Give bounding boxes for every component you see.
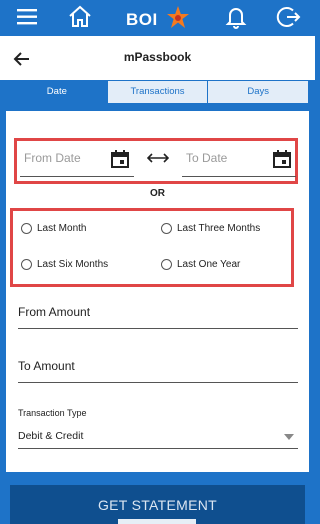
radio-last-one-year[interactable]: Last One Year bbox=[161, 256, 240, 272]
radio-label: Last Month bbox=[37, 222, 87, 234]
radio-circle[interactable] bbox=[21, 222, 32, 234]
to-date-field[interactable]: To Date bbox=[182, 147, 296, 177]
statement-form: From Date To Date OR Last Month Last Thr… bbox=[6, 111, 309, 472]
logo-text: BOI bbox=[126, 10, 158, 29]
radio-last-six-months[interactable]: Last Six Months bbox=[21, 256, 108, 272]
boi-logo: BOI bbox=[126, 6, 190, 32]
swap-arrows-icon bbox=[147, 153, 169, 163]
star-logo-icon bbox=[167, 6, 189, 28]
from-date-field[interactable]: From Date bbox=[20, 147, 134, 177]
bell-icon[interactable] bbox=[222, 3, 250, 31]
scroll-indicator bbox=[118, 519, 196, 524]
to-amount-field[interactable]: To Amount bbox=[18, 353, 298, 383]
transaction-type-value: Debit & Credit bbox=[18, 430, 84, 442]
radio-label: Last Six Months bbox=[37, 258, 109, 270]
title-bar: mPassbook bbox=[0, 36, 315, 80]
radio-circle[interactable] bbox=[21, 258, 32, 270]
tab-date[interactable]: Date bbox=[7, 81, 108, 103]
radio-circle[interactable] bbox=[161, 258, 172, 270]
radio-circle[interactable] bbox=[161, 222, 172, 234]
logout-icon[interactable] bbox=[275, 3, 303, 31]
radio-last-month[interactable]: Last Month bbox=[21, 220, 86, 236]
from-amount-field[interactable]: From Amount bbox=[18, 299, 298, 329]
calendar-icon[interactable] bbox=[272, 149, 292, 169]
from-date-placeholder: From Date bbox=[24, 151, 81, 165]
to-amount-label: To Amount bbox=[18, 359, 75, 373]
app-header: BOI bbox=[0, 0, 315, 36]
radio-label: Last Three Months bbox=[177, 222, 261, 234]
page-title: mPassbook bbox=[123, 50, 192, 64]
dropdown-caret-icon[interactable] bbox=[284, 434, 294, 440]
transaction-type-label: Transaction Type bbox=[18, 408, 87, 418]
tab-transactions[interactable]: Transactions bbox=[107, 81, 209, 103]
menu-icon[interactable] bbox=[14, 3, 42, 31]
calendar-icon[interactable] bbox=[110, 149, 130, 169]
filter-tabs: Date Transactions Days bbox=[6, 80, 309, 104]
transaction-type-select[interactable]: Debit & Credit bbox=[18, 425, 298, 449]
to-date-placeholder: To Date bbox=[186, 151, 228, 165]
radio-label: Last One Year bbox=[177, 258, 241, 270]
or-divider-label: OR bbox=[150, 188, 165, 199]
tab-days[interactable]: Days bbox=[208, 81, 309, 103]
from-amount-label: From Amount bbox=[18, 305, 91, 319]
radio-last-three-months[interactable]: Last Three Months bbox=[161, 220, 260, 236]
home-icon[interactable] bbox=[66, 3, 94, 31]
